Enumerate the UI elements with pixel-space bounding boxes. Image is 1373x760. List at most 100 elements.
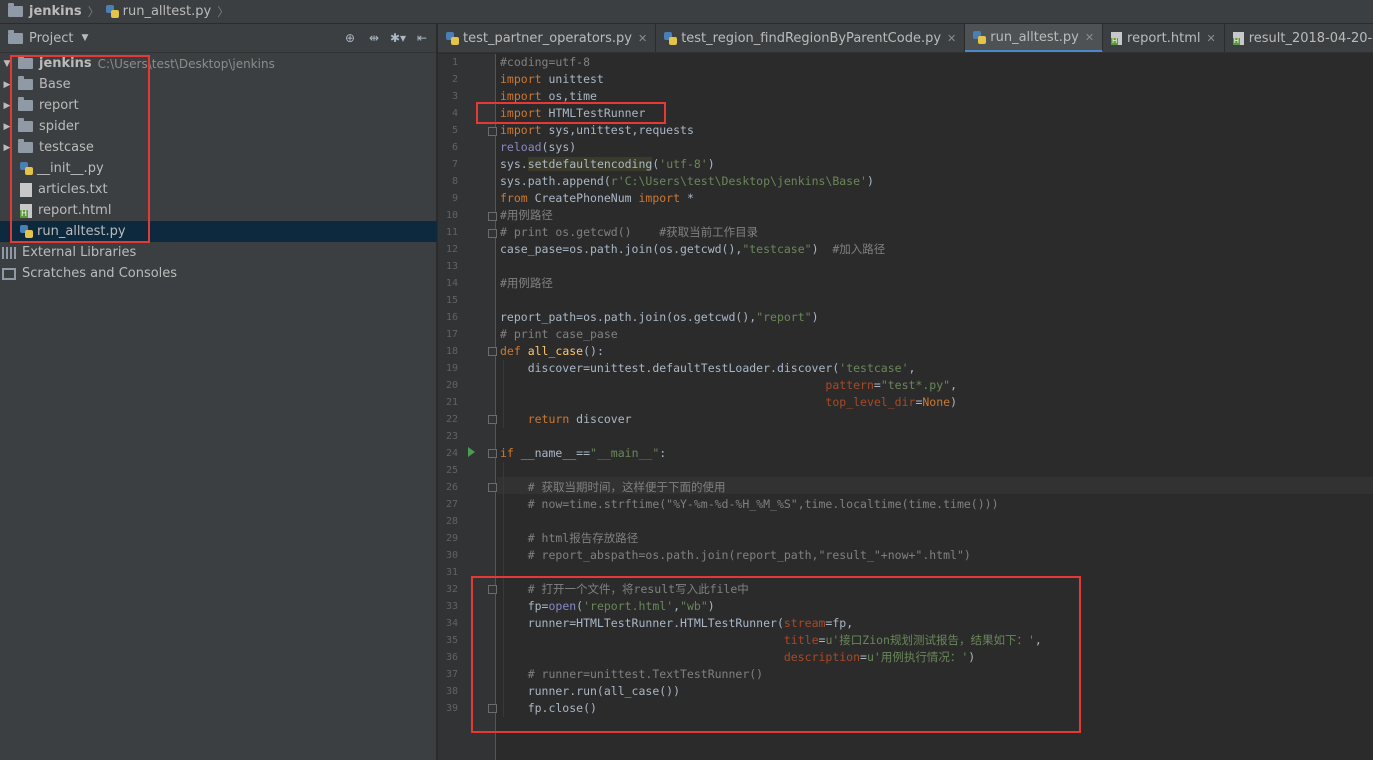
tab-run-alltest[interactable]: run_alltest.py ✕ — [965, 24, 1104, 52]
close-icon[interactable]: ✕ — [638, 32, 647, 45]
tree-item-base[interactable]: ▶ Base — [0, 74, 437, 95]
code-line-2: import unittest — [500, 72, 604, 86]
line-number: 11 — [445, 227, 458, 238]
line-number: 39 — [445, 703, 458, 714]
breadcrumb-root[interactable]: jenkins — [8, 3, 82, 19]
project-tree: ▼ jenkins C:\Users\test\Desktop\jenkins … — [0, 53, 437, 284]
line-number: 7 — [451, 159, 458, 170]
line-number: 26 — [445, 482, 458, 493]
tree-item-run-alltest-py[interactable]: run_alltest.py — [0, 221, 437, 242]
line-number: 31 — [445, 567, 458, 578]
line-number: 17 — [445, 329, 458, 340]
python-file-icon — [20, 162, 33, 175]
tab-label: test_region_findRegionByParentCode.py — [681, 31, 942, 46]
close-icon[interactable]: ✕ — [1085, 31, 1094, 44]
line-number: 8 — [451, 176, 458, 187]
gear-icon[interactable]: ✱▾ — [390, 30, 406, 46]
hide-panel-icon[interactable]: ⇤ — [414, 30, 430, 46]
line-number: 16 — [445, 312, 458, 323]
line-number: 2 — [451, 74, 458, 85]
breadcrumb-file[interactable]: run_alltest.py — [105, 4, 211, 19]
chevron-down-icon[interactable]: ▼ — [81, 33, 88, 43]
tree-item-spider[interactable]: ▶ spider — [0, 116, 437, 137]
project-panel-header: Project ▼ ⊕ ⇹ ✱▾ ⇤ — [0, 24, 436, 53]
tree-item-report-html[interactable]: report.html — [0, 200, 437, 221]
code-line-29: # html报告存放路径 — [500, 531, 639, 545]
line-number: 37 — [445, 669, 458, 680]
tree-root-jenkins[interactable]: ▼ jenkins C:\Users\test\Desktop\jenkins — [0, 53, 437, 74]
fold-marker-icon[interactable] — [488, 704, 497, 713]
fold-marker-icon[interactable] — [488, 229, 497, 238]
tab-test-region[interactable]: test_region_findRegionByParentCode.py ✕ — [656, 24, 966, 52]
tab-label: test_partner_operators.py — [463, 31, 632, 46]
code-line-26: # 获取当期时间，这样便于下面的使用 — [500, 480, 726, 494]
navigation-bar: jenkins 〉 run_alltest.py 〉 — [0, 0, 1373, 24]
python-file-icon — [446, 32, 459, 45]
code-line-17: # print case_pase — [500, 327, 618, 341]
breadcrumb-separator: 〉 — [87, 5, 100, 19]
line-number: 10 — [445, 210, 458, 221]
tree-item-report[interactable]: ▶ report — [0, 95, 437, 116]
line-number: 35 — [445, 635, 458, 646]
tree-item-testcase[interactable]: ▶ testcase — [0, 137, 437, 158]
breadcrumb-separator: 〉 — [217, 5, 230, 19]
collapse-all-icon[interactable]: ⇹ — [366, 30, 382, 46]
line-number: 22 — [445, 414, 458, 425]
fold-marker-icon[interactable] — [488, 449, 497, 458]
tab-result-html[interactable]: result_2018-04-20-15_04_34.html — [1225, 24, 1373, 52]
code-line-11: # print os.getcwd() #获取当前工作目录 — [500, 225, 759, 239]
close-icon[interactable]: ✕ — [1207, 32, 1216, 45]
breadcrumb-root-label: jenkins — [29, 4, 82, 19]
editor-tabs: test_partner_operators.py ✕ test_region_… — [438, 24, 1373, 53]
code-editor[interactable]: #coding=utf-8 import unittest import os,… — [497, 54, 1373, 760]
fold-marker-icon[interactable] — [488, 415, 497, 424]
folder-icon — [18, 55, 33, 69]
run-icon[interactable] — [468, 447, 475, 457]
code-line-18: def all_case(): — [500, 344, 604, 358]
tree-root-path: C:\Users\test\Desktop\jenkins — [97, 56, 275, 71]
folder-icon — [18, 76, 33, 90]
project-view-selector[interactable]: Project — [29, 31, 73, 46]
code-line-19: discover=unittest.defaultTestLoader.disc… — [500, 361, 916, 375]
folder-icon — [18, 97, 33, 111]
fold-marker-icon[interactable] — [488, 212, 497, 221]
code-line-4: import HTMLTestRunner — [500, 106, 646, 120]
text-file-icon — [20, 182, 32, 197]
tab-report-html[interactable]: report.html ✕ — [1103, 24, 1225, 52]
fold-marker-icon[interactable] — [488, 127, 497, 136]
line-number: 19 — [445, 363, 458, 374]
code-line-10: #用例路径 — [500, 208, 553, 222]
code-line-39: fp.close() — [500, 701, 597, 715]
line-number: 25 — [445, 465, 458, 476]
close-icon[interactable]: ✕ — [947, 32, 956, 45]
code-line-27: # now=time.strftime("%Y-%m-%d-%H_%M_%S",… — [500, 497, 999, 511]
tree-root-label: jenkins — [39, 56, 92, 71]
chevron-down-icon[interactable]: ▼ — [2, 59, 12, 69]
code-line-20: pattern="test*.py", — [825, 378, 958, 392]
tree-item-label: spider — [39, 119, 80, 134]
tree-item-label: Scratches and Consoles — [22, 266, 178, 281]
fold-marker-icon[interactable] — [488, 585, 497, 594]
fold-marker-icon[interactable] — [488, 347, 497, 356]
tree-item-articles-txt[interactable]: articles.txt — [0, 179, 437, 200]
tree-item-init-py[interactable]: __init__.py — [0, 158, 437, 179]
code-line-6: reload(sys) — [500, 140, 577, 154]
tab-test-partner-operators[interactable]: test_partner_operators.py ✕ — [438, 24, 657, 52]
tree-item-scratches[interactable]: Scratches and Consoles — [0, 263, 437, 284]
line-number: 18 — [445, 346, 458, 357]
chevron-right-icon[interactable]: ▶ — [2, 122, 12, 132]
tree-item-external-libraries[interactable]: External Libraries — [0, 242, 437, 263]
line-number: 6 — [451, 142, 458, 153]
line-number: 30 — [445, 550, 458, 561]
code-line-12: case_pase=os.path.join(os.getcwd(),"test… — [500, 242, 886, 256]
fold-marker-icon[interactable] — [488, 483, 497, 492]
library-icon — [2, 246, 16, 259]
html-file-icon — [1111, 32, 1123, 45]
chevron-right-icon[interactable]: ▶ — [2, 80, 12, 90]
project-view-icon — [8, 29, 23, 44]
chevron-right-icon[interactable]: ▶ — [2, 101, 12, 111]
locate-icon[interactable]: ⊕ — [342, 30, 358, 46]
tree-item-label: run_alltest.py — [37, 224, 126, 239]
code-line-32: # 打开一个文件，将result写入此file中 — [500, 582, 749, 596]
chevron-right-icon[interactable]: ▶ — [2, 143, 12, 153]
